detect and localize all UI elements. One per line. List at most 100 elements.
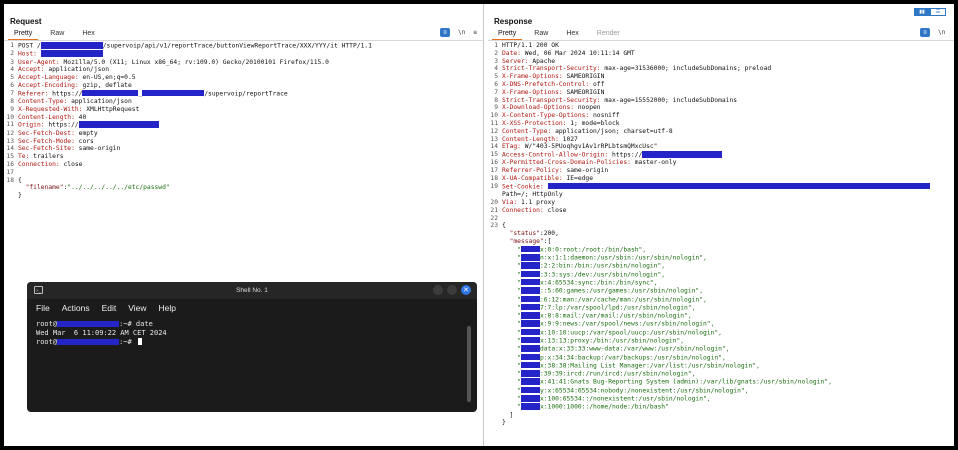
code-line: 8 Content-Type: application/json: [4, 98, 372, 106]
menu-view[interactable]: View: [128, 303, 146, 313]
code-line: 17: [4, 169, 372, 177]
minimize-icon[interactable]: [433, 285, 443, 295]
response-tab-divider: [488, 40, 954, 41]
line-number: [488, 354, 498, 362]
redaction-block: [40, 50, 103, 57]
code-token: en-US,en;q=0.5: [78, 74, 136, 82]
code-token: gzip, deflate: [78, 81, 132, 89]
redaction-block: [520, 295, 540, 302]
redaction-block: [520, 345, 540, 352]
wrap-lines-icon[interactable]: ≡: [920, 28, 930, 37]
line-number: 21: [490, 206, 498, 214]
line-number: 18: [490, 175, 498, 183]
menu-icon[interactable]: ≡: [473, 29, 477, 36]
redaction-block: [520, 287, 540, 294]
newline-toggle-icon[interactable]: \n: [938, 29, 945, 36]
code-line: " x:9:9:news:/var/spool/news:/usr/sbin/no…: [488, 320, 930, 328]
code-line: 12 Sec-Fetch-Dest: empty: [4, 130, 372, 138]
code-token: trailers: [29, 153, 64, 161]
line-number: 8: [10, 98, 14, 106]
stacked-view-icon[interactable]: ☰: [930, 8, 946, 16]
shell-window[interactable]: >_ Shell No. 1 ✕ File Actions Edit View …: [27, 282, 477, 412]
code-token: 1027: [558, 135, 578, 143]
response-pane: ▮▮ ☰ Response Pretty Raw Hex Render ≡ \n…: [488, 4, 954, 446]
code-line: 2 Host:: [4, 50, 372, 58]
request-tab-divider: [4, 40, 483, 41]
code-line: 14 Sec-Fetch-Site: same-origin: [4, 145, 372, 153]
wrap-lines-icon[interactable]: ≡: [440, 28, 450, 37]
redaction-block: [520, 370, 540, 377]
line-number: [488, 412, 498, 420]
code-token: same-origin: [562, 167, 609, 175]
code-line: 1 HTTP/1.1 200 OK: [488, 42, 930, 50]
shell-titlebar: >_ Shell No. 1 ✕: [27, 282, 477, 299]
line-number: 14: [6, 145, 14, 153]
redaction-block: [520, 395, 540, 402]
request-editor[interactable]: 1 POST / /supervoip/api/v1/reportTrace/but…: [4, 42, 372, 200]
code-line: " n:x:1:1:daemon:/usr/sbin:/usr/sbin/nolo…: [488, 254, 930, 262]
redaction-block: [142, 89, 205, 97]
menu-help[interactable]: Help: [159, 303, 176, 313]
line-number: [488, 337, 498, 345]
code-token: ": [502, 296, 521, 303]
line-number: 17: [490, 167, 498, 175]
code-token: Wed Mar 6 11:09:22 AM CET 2024: [36, 329, 167, 337]
menu-edit[interactable]: Edit: [102, 303, 117, 313]
code-token: x:0:0:root:/root:/bin/bash",: [539, 246, 647, 254]
code-token: ": [502, 262, 521, 270]
menu-file[interactable]: File: [36, 303, 50, 313]
terminal-output[interactable]: root@:~# date Wed Mar 6 11:09:22 AM CET 2…: [27, 317, 477, 350]
line-number: 8: [494, 96, 498, 104]
line-number: 14: [490, 143, 498, 151]
code-token: y:x:65534:65534:nobody:/nonexistent:/usr…: [539, 387, 749, 395]
line-number: 16: [6, 160, 14, 168]
code-token: Apache: [528, 57, 556, 65]
line-number: 3: [494, 57, 498, 65]
line-number: [488, 395, 498, 403]
code-line: " x:100:65534::/nonexistent:/usr/sbin/nol…: [488, 395, 930, 403]
code-token: ": [502, 254, 521, 262]
code-token: Sec-Fetch-Mode:: [18, 137, 75, 145]
terminal-icon: >_: [34, 286, 43, 294]
code-token: empty: [74, 129, 98, 137]
code-token: Content-Length:: [18, 113, 75, 121]
line-number: 5: [494, 73, 498, 81]
line-number: [488, 271, 498, 279]
code-line: 15 Te: trailers: [4, 153, 372, 161]
code-token: ": [502, 329, 521, 337]
code-token: X-UA-Compatible:: [502, 175, 563, 183]
redaction-block: [520, 361, 540, 369]
terminal-scrollbar[interactable]: [467, 326, 471, 402]
line-number: 3: [10, 58, 14, 66]
redaction-block: [520, 262, 540, 269]
code-token: SAMEORIGIN: [562, 88, 605, 96]
code-token: ": [502, 279, 521, 287]
line-number: 11: [6, 121, 14, 129]
redaction-block: [642, 151, 723, 158]
redaction-block: [520, 278, 540, 286]
redaction-block: [520, 303, 540, 311]
response-editor[interactable]: 1 HTTP/1.1 200 OK 2 Date: Wed, 06 Mar 2024 …: [488, 42, 930, 427]
code-token: User-Agent:: [18, 58, 60, 66]
line-number: 12: [6, 129, 14, 137]
request-editor-icons: ≡ \n ≡: [440, 28, 483, 37]
code-line: ]: [488, 412, 930, 420]
line-number: [488, 345, 498, 353]
close-icon[interactable]: ✕: [461, 285, 471, 295]
line-number: [488, 362, 498, 370]
code-token: close: [59, 160, 83, 168]
menu-actions[interactable]: Actions: [62, 303, 90, 313]
code-line: " data:x:33:33:www-data:/var/www:/usr/sbi…: [488, 345, 930, 353]
maximize-icon[interactable]: [447, 285, 457, 295]
code-line: 10 Content-Length: 40: [4, 114, 372, 122]
line-number: 1: [494, 42, 498, 49]
code-token: nosniff: [589, 112, 620, 120]
code-token: ": [502, 370, 521, 378]
code-token: Mozilla/5.0 (X11; Linux x86_64; rv:109.0…: [59, 58, 329, 66]
redaction-block: [82, 89, 139, 97]
split-view-icon[interactable]: ▮▮: [914, 8, 930, 16]
code-line: ":2:2:bin:/bin:/usr/sbin/nologin",: [488, 262, 930, 270]
newline-toggle-icon[interactable]: \n: [458, 29, 465, 36]
code-token: ETag:: [502, 143, 521, 151]
code-token: :~#: [119, 338, 136, 346]
